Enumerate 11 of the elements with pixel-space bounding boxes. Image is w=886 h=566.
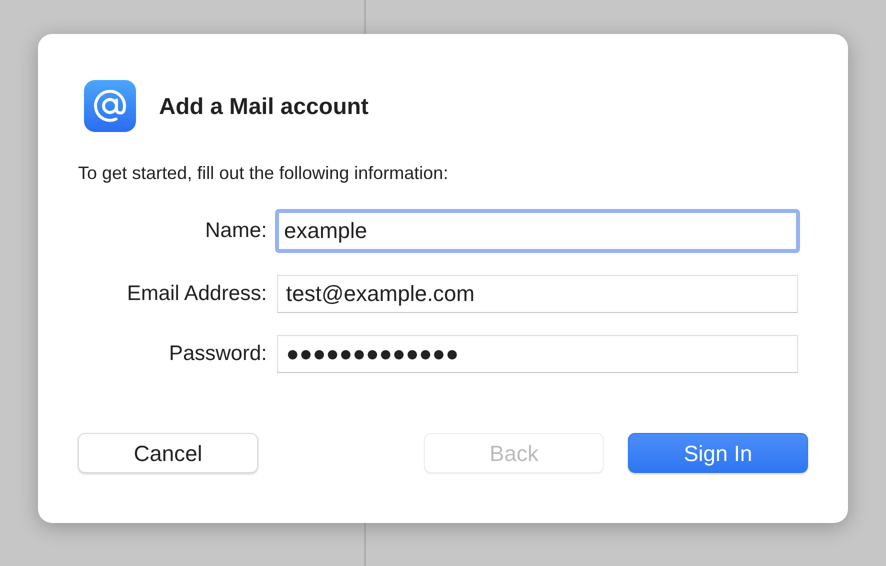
instructions-text: To get started, fill out the following information: xyxy=(78,162,450,185)
password-field[interactable]: ●●●●●●●●●●●●● xyxy=(277,335,798,373)
at-sign-icon xyxy=(84,80,136,132)
sign-in-button[interactable]: Sign In xyxy=(628,433,808,473)
field-label: Password: xyxy=(168,341,268,368)
dialog-title: Add a Mail account xyxy=(159,92,369,121)
email-field[interactable]: test@example.com xyxy=(277,275,798,313)
cancel-button[interactable]: Cancel xyxy=(78,433,258,473)
name-field[interactable]: example xyxy=(275,209,800,253)
field-label: Name: xyxy=(204,218,268,244)
field-label: Email Address: xyxy=(126,281,268,308)
